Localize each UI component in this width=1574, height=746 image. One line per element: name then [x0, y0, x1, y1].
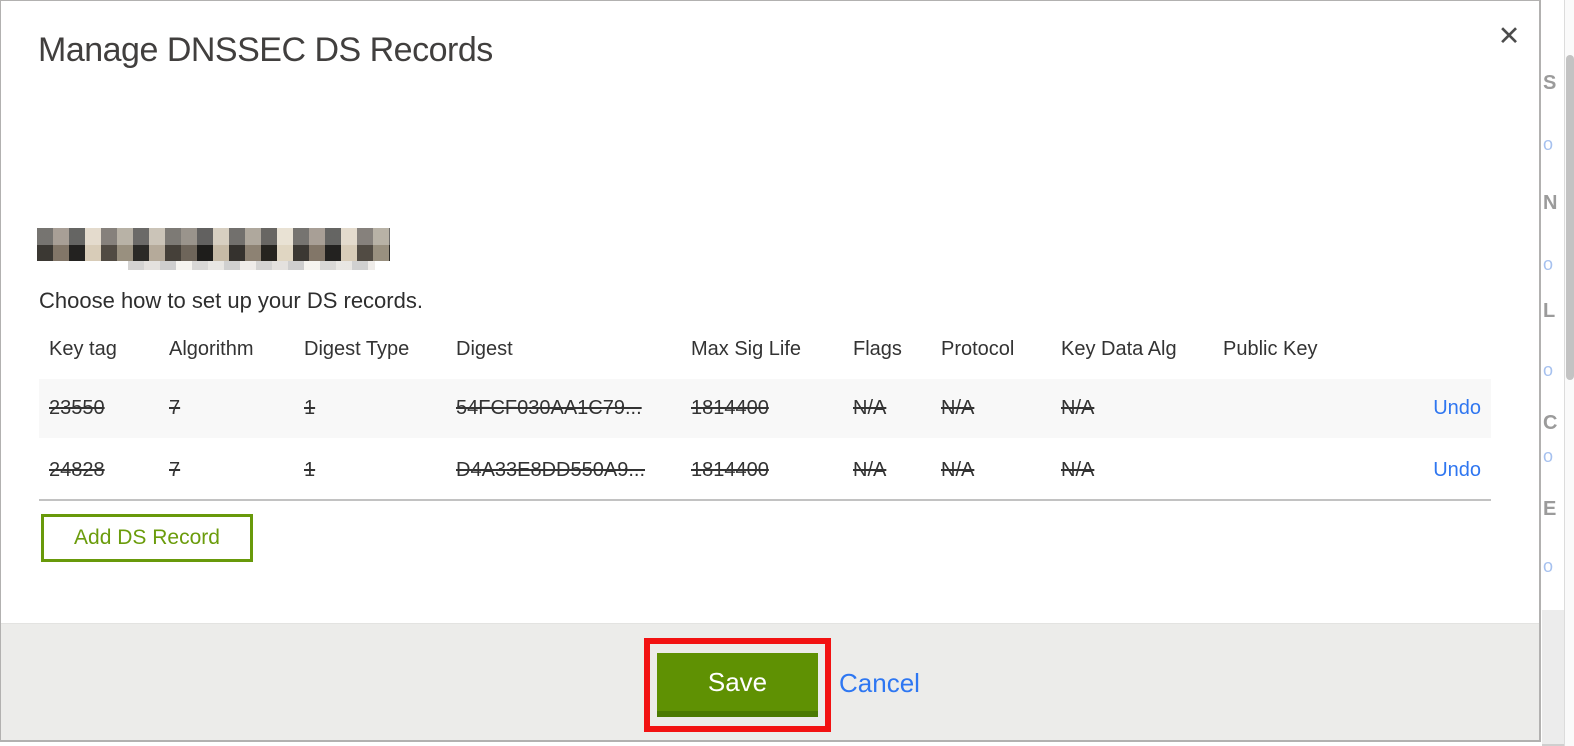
cell-digest-type: 1 — [304, 397, 316, 419]
undo-link[interactable]: Undo — [1433, 397, 1481, 420]
cell-protocol: N/A — [941, 397, 975, 419]
save-button[interactable]: Save — [657, 653, 818, 717]
cell-key-data-alg: N/A — [1061, 458, 1095, 481]
col-header-flags: Flags — [853, 337, 902, 360]
clipped-link-fragment: o — [1543, 134, 1554, 154]
col-header-protocol: Protocol — [941, 337, 1015, 360]
cell-algorithm: 7 — [169, 458, 181, 481]
browser-scrollbar[interactable] — [1564, 0, 1574, 746]
clipped-text-fragment: L — [1543, 300, 1556, 322]
screenshot-stage: S o N o L o C o E o Manage DNSSEC DS Rec… — [0, 0, 1574, 746]
cell-digest: 54FCF030AA1C79... — [456, 397, 642, 419]
cell-digest-type: 1 — [304, 458, 316, 481]
background-page-strip: S o N o L o C o E o — [1542, 0, 1564, 746]
clipped-link-fragment: o — [1543, 556, 1554, 576]
annotation-highlight-box: Save — [644, 638, 831, 732]
cell-max-sig-life: 1814400 — [691, 458, 769, 481]
manage-dnssec-ds-records-dialog: Manage DNSSEC DS Records ✕ Choose how to… — [0, 0, 1541, 742]
col-header-digest-type: Digest Type — [304, 337, 410, 360]
ds-table-header-row: Key tag Algorithm Digest Type Digest Max… — [39, 332, 1491, 366]
clipped-text-fragment: N — [1543, 192, 1558, 214]
scrollbar-thumb[interactable] — [1566, 55, 1574, 380]
cell-protocol: N/A — [941, 458, 975, 481]
dialog-title: Manage DNSSEC DS Records — [38, 31, 493, 69]
clipped-text-fragment: E — [1543, 498, 1557, 520]
col-header-max-sig-life: Max Sig Life — [691, 337, 802, 360]
redacted-domain-name-blur — [128, 261, 375, 270]
cell-key-data-alg: N/A — [1061, 397, 1095, 419]
close-icon[interactable]: ✕ — [1493, 21, 1525, 53]
cell-flags: N/A — [853, 458, 887, 481]
col-header-digest: Digest — [456, 337, 513, 360]
cancel-link[interactable]: Cancel — [839, 668, 920, 699]
background-page-gray-area — [1542, 610, 1564, 746]
cell-algorithm: 7 — [169, 397, 181, 419]
cell-max-sig-life: 1814400 — [691, 397, 769, 419]
clipped-link-fragment: o — [1543, 360, 1554, 380]
cell-key-tag: 24828 — [49, 458, 105, 481]
col-header-key-data-alg: Key Data Alg — [1061, 337, 1177, 360]
clipped-link-fragment: o — [1543, 254, 1554, 274]
cell-flags: N/A — [853, 397, 887, 419]
clipped-link-fragment: o — [1543, 446, 1554, 466]
redacted-domain-name — [37, 228, 390, 261]
cell-key-tag: 23550 — [49, 397, 105, 419]
cell-digest: D4A33E8DD550A9... — [456, 458, 646, 481]
table-row: 23550 7 1 54FCF030AA1C79... 1814400 N/A … — [39, 379, 1491, 438]
col-header-key-tag: Key tag — [49, 337, 117, 360]
col-header-public-key: Public Key — [1223, 337, 1318, 360]
table-row: 24828 7 1 D4A33E8DD550A9... 1814400 N/A … — [39, 441, 1491, 501]
add-ds-record-button[interactable]: Add DS Record — [41, 514, 253, 562]
dialog-footer: Save Cancel — [1, 623, 1539, 740]
undo-link[interactable]: Undo — [1433, 459, 1481, 482]
ds-records-instruction: Choose how to set up your DS records. — [39, 288, 423, 313]
col-header-algorithm: Algorithm — [169, 337, 254, 360]
clipped-text-fragment: C — [1543, 412, 1558, 434]
clipped-text-fragment: S — [1543, 72, 1557, 94]
